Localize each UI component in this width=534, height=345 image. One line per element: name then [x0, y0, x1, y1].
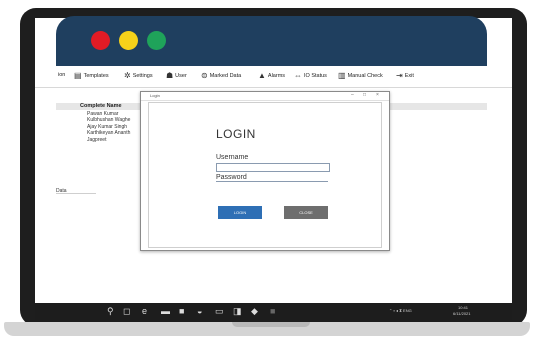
- list-item[interactable]: Karthikeyan Ananth: [87, 130, 130, 136]
- toolbar-item-label: Templates: [83, 73, 109, 79]
- toolbar-item-marked-data[interactable]: ⊜ Marked Data: [201, 72, 241, 80]
- login-button[interactable]: LOGIN: [218, 206, 262, 219]
- laptop-notch: [232, 322, 310, 327]
- toolbar-item-label: IO Status: [304, 73, 327, 79]
- list-item[interactable]: Jagpreet: [87, 137, 106, 143]
- clock-date: 6/11/2021: [453, 311, 471, 316]
- toolbar-item-label: ion: [58, 72, 66, 78]
- toolbar-item-exit[interactable]: ⇥ Exit: [396, 72, 414, 80]
- toolbar-item-app[interactable]: ion: [58, 72, 65, 78]
- toolbar-item-settings[interactable]: ✲ Settings: [124, 72, 153, 80]
- username-label: Username: [216, 154, 249, 161]
- toolbar-item-label: Manual Check: [347, 73, 383, 79]
- toolbar-item-label: Alarms: [267, 73, 286, 79]
- toolbar-item-label: User: [175, 73, 187, 79]
- gear-icon: ✲: [124, 71, 131, 80]
- toolbar-item-label: Exit: [404, 73, 414, 79]
- clock-time: 10:41: [458, 305, 469, 310]
- username-input[interactable]: [216, 163, 330, 172]
- toolbar-item-io-status[interactable]: ⇔ IO Status: [294, 72, 327, 80]
- taskbar: ⚲ ◻ e ▬ ■ ◒ ▭ ◨ ◆ ■ ⌃ ▪ ◂ ⧗ ENG 10:41 6/…: [35, 303, 512, 320]
- toolbar-item-manual-check[interactable]: ▥ Manual Check: [338, 72, 383, 80]
- list-header: Complete Name: [56, 103, 141, 110]
- window-banner: [56, 16, 487, 66]
- active-app-icon[interactable]: ■: [270, 306, 275, 316]
- app-toolbar: ion ▤ Templates ✲ Settings ☗ User ⊜ Mark…: [35, 67, 512, 88]
- dialog-title: Login: [150, 93, 160, 98]
- close-icon[interactable]: ×: [376, 92, 379, 98]
- maximize-dot[interactable]: [147, 31, 166, 50]
- list-header-label: Complete Name: [80, 103, 122, 109]
- app-icon[interactable]: ▭: [215, 306, 224, 316]
- dialog-titlebar: Login – □ ×: [141, 92, 389, 101]
- login-heading: LOGIN: [216, 127, 256, 141]
- templates-icon: ▤: [74, 71, 82, 80]
- system-tray-icons[interactable]: ⌃ ▪ ◂ ⧗ ENG: [389, 308, 412, 313]
- close-dot[interactable]: [91, 31, 110, 50]
- laptop-base: [4, 322, 530, 336]
- marked-data-icon: ⊜: [201, 71, 208, 80]
- users-icon: ☗: [166, 71, 174, 80]
- toolbar-item-user[interactable]: ☗ User: [166, 72, 187, 80]
- media-icon[interactable]: ◆: [251, 306, 258, 316]
- toolbar-item-label: Marked Data: [209, 73, 242, 79]
- login-dialog: Login – □ × LOGIN Username Password LOGI…: [140, 91, 390, 251]
- toolbar-item-templates[interactable]: ▤ Templates: [74, 72, 109, 80]
- close-button[interactable]: CLOSE: [284, 206, 328, 219]
- password-label: Password: [216, 174, 247, 181]
- browser-icon[interactable]: e: [142, 306, 147, 316]
- exit-icon: ⇥: [396, 71, 403, 80]
- list-item[interactable]: Kulbhushan Waghe: [87, 117, 130, 123]
- search-icon[interactable]: ⚲: [107, 306, 114, 316]
- toolbar-item-alarms[interactable]: ▲ Alarms: [258, 72, 285, 80]
- editor-icon[interactable]: ◨: [233, 306, 242, 316]
- store-icon[interactable]: ■: [179, 306, 184, 316]
- alarm-bell-icon: ▲: [258, 71, 266, 80]
- mail-icon[interactable]: ◒: [197, 306, 202, 316]
- password-input[interactable]: [216, 181, 328, 182]
- dialog-body: LOGIN Username Password LOGIN CLOSE: [148, 102, 382, 248]
- minimize-icon[interactable]: –: [351, 92, 354, 98]
- maximize-icon[interactable]: □: [363, 92, 366, 98]
- io-status-icon: ⇔: [294, 71, 302, 80]
- toolbar-item-label: Settings: [132, 73, 153, 79]
- minimize-dot[interactable]: [119, 31, 138, 50]
- manual-check-icon: ▥: [338, 71, 346, 80]
- windows-start-icon[interactable]: ◻: [123, 306, 130, 316]
- side-divider: [56, 193, 96, 194]
- folder-icon[interactable]: ▬: [161, 306, 170, 316]
